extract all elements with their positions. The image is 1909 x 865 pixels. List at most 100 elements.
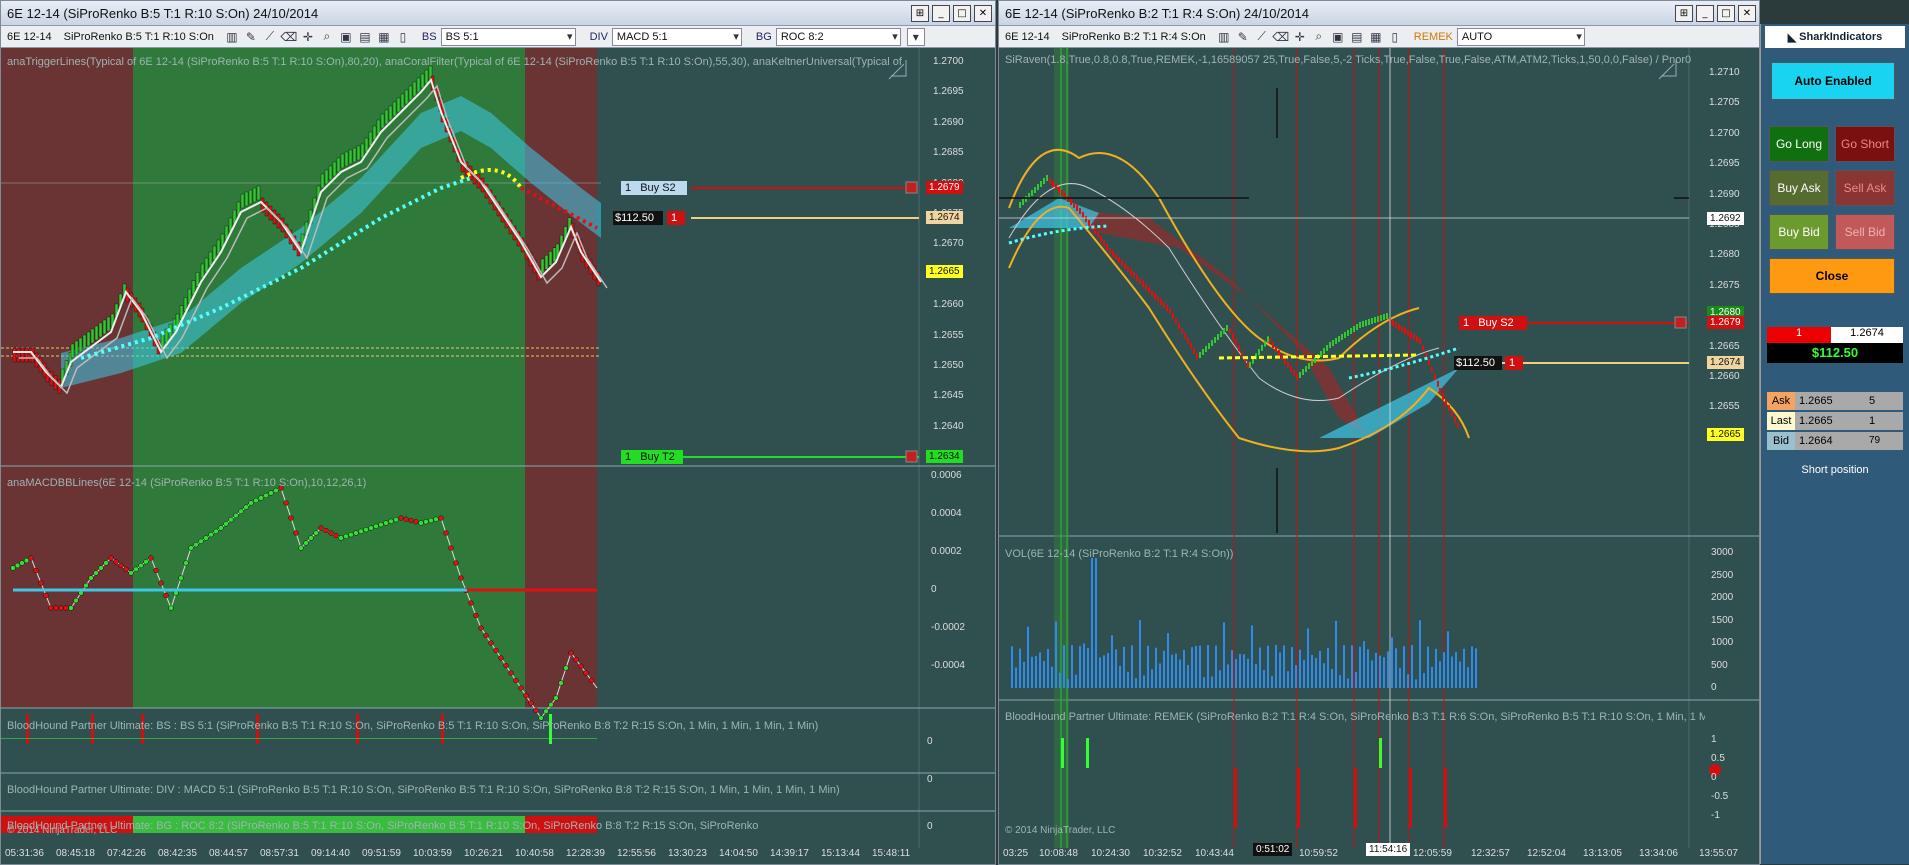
left-position-pnl: $112.50 [613,211,663,225]
left-time-tick: 08:57:31 [260,848,299,859]
link-icon[interactable]: ⊞ [1675,4,1693,22]
volume-bar [1359,646,1361,688]
volume-bar [1071,645,1073,688]
crosshair-icon[interactable]: ✛ [1292,29,1308,45]
right-position-pnl: $112.50 [1454,356,1502,370]
volume-bar [1383,657,1385,688]
left-buy-s2-label: Buy S2 [640,182,676,194]
volume-bar [1335,620,1337,688]
zoom-icon[interactable]: ⌕ [1311,29,1327,45]
right-position-price: 1.2674 [1707,356,1744,369]
series-selector[interactable]: SiProRenko B:2 T:1 R:4 S:On [1060,31,1208,43]
volume-bar [1091,558,1093,688]
pencil-icon[interactable]: ✎ [1235,29,1251,45]
minimize-icon[interactable]: _ [1696,4,1714,22]
close-icon[interactable]: ✕ [974,4,992,22]
volume-bar [1427,646,1429,688]
volume-bar [1199,645,1201,688]
pencil-icon[interactable]: ✎ [243,29,259,45]
minimize-icon[interactable]: _ [932,4,950,22]
div-select[interactable]: MACD 5:1 [611,27,742,46]
volume-bar [1227,664,1229,688]
left-time-tick: 12:28:39 [566,848,605,859]
bh-signal-bar [1379,738,1382,768]
left-buy-s2-price: 1.2679 [926,181,963,194]
volume-bar [1191,647,1193,688]
right-time-marker: 0:51:02 [1253,843,1293,856]
series-selector[interactable]: SiProRenko B:5 T:1 R:10 S:On [62,31,216,43]
chevron-down-icon[interactable]: ▾ [906,27,925,46]
right-price-tick: 1.2705 [1709,97,1740,109]
eraser-icon[interactable]: ⌫ [1272,29,1289,45]
volume-bar [1283,645,1285,688]
zoom-icon[interactable]: ⌕ [319,29,335,45]
left-titlebar[interactable]: 6E 12-14 (SiProRenko B:5 T:1 R:10 S:On) … [1,1,995,26]
left-price-tick: 1.2670 [933,238,964,250]
right-copyright: © 2014 NinjaTrader, LLC [1005,825,1116,836]
right-bh-tick: -0.5 [1711,791,1729,802]
right-price-tick: 1.2665 [1709,340,1740,352]
maximize-icon[interactable]: □ [1717,4,1735,22]
right-indicator1-label: SiRaven(1.8,True,0.8,0.8,True,REMEK,-1,1… [1005,54,1692,66]
link-icon[interactable]: ⊞ [911,4,929,22]
left-position-qty[interactable]: 1 [667,211,685,225]
volume-bar [1379,655,1381,688]
buy-bid-button[interactable]: Buy Bid [1769,214,1829,250]
right-titlebar[interactable]: 6E 12-14 (SiProRenko B:2 T:1 R:4 S:On) 2… [999,1,1759,26]
go-short-button[interactable]: Go Short [1835,126,1895,162]
instrument-selector[interactable]: 6E 12-14 [1003,31,1052,43]
order-icon[interactable]: ▣ [338,29,354,45]
go-long-button[interactable]: Go Long [1769,126,1829,162]
volume-bar [1147,645,1149,688]
buy-ask-button[interactable]: Buy Ask [1769,170,1829,206]
crosshair-icon[interactable]: ✛ [300,29,316,45]
close-icon[interactable]: ✕ [1738,4,1756,22]
volume-bar [1275,645,1277,688]
position-status: Short position [1801,464,1869,476]
volume-bar [1319,650,1321,688]
data-box-icon[interactable]: ▤ [357,29,373,45]
volume-bar [1139,620,1141,688]
left-buy-s2-order[interactable]: 1 Buy S2 [621,181,687,195]
remek-select[interactable]: AUTO [1456,27,1585,46]
left-chart-window: 6E 12-14 (SiProRenko B:5 T:1 R:10 S:On) … [0,0,996,865]
left-position-price: 1.2674 [926,211,963,224]
volume-bar [1475,648,1477,688]
bh-signal-bar [1409,768,1412,828]
bars-icon[interactable]: ▥ [1216,29,1232,45]
right-price-chart[interactable] [999,48,1760,865]
bg-select[interactable]: ROC 8:2 [775,27,901,46]
data-box-icon[interactable]: ▤ [1349,29,1365,45]
left-price-tick: 1.2645 [933,390,964,402]
sell-bid-button[interactable]: Sell Bid [1835,214,1895,250]
eraser-icon[interactable]: ⌫ [280,29,297,45]
bs-select[interactable]: BS 5:1 [440,27,576,46]
note-icon[interactable]: ▯ [1387,29,1403,45]
right-window-title: 6E 12-14 (SiProRenko B:2 T:1 R:4 S:On) 2… [1005,5,1309,21]
note-icon[interactable]: ▯ [395,29,411,45]
order-icon[interactable]: ▣ [1330,29,1346,45]
left-price-chart[interactable] [1,48,996,865]
draw-tool-icon[interactable]: ⟋ [1254,29,1270,45]
volume-bar [1103,655,1105,688]
auto-enabled-button[interactable]: Auto Enabled [1771,62,1895,100]
volume-bar [1187,664,1189,688]
volume-bar [1135,678,1137,688]
right-time-tick: 13:13:05 [1583,848,1622,859]
left-buy-t2-order[interactable]: 1 Buy T2 [621,450,683,464]
right-position-qty[interactable]: 1 [1505,356,1523,370]
volume-bar [1223,622,1225,688]
maximize-icon[interactable]: □ [953,4,971,22]
position-qty: 1 [1767,327,1831,343]
sell-ask-button[interactable]: Sell Ask [1835,170,1895,206]
instrument-selector[interactable]: 6E 12-14 [5,31,54,43]
properties-icon[interactable]: ▦ [1368,29,1384,45]
right-buy-s2-order[interactable]: 1 Buy S2 [1459,316,1527,330]
close-position-button[interactable]: Close [1769,258,1895,294]
draw-tool-icon[interactable]: ⟋ [262,29,278,45]
volume-bar [1287,671,1289,688]
bars-icon[interactable]: ▥ [224,29,240,45]
volume-bar [1063,645,1065,688]
volume-bar [1019,648,1021,688]
properties-icon[interactable]: ▦ [376,29,392,45]
